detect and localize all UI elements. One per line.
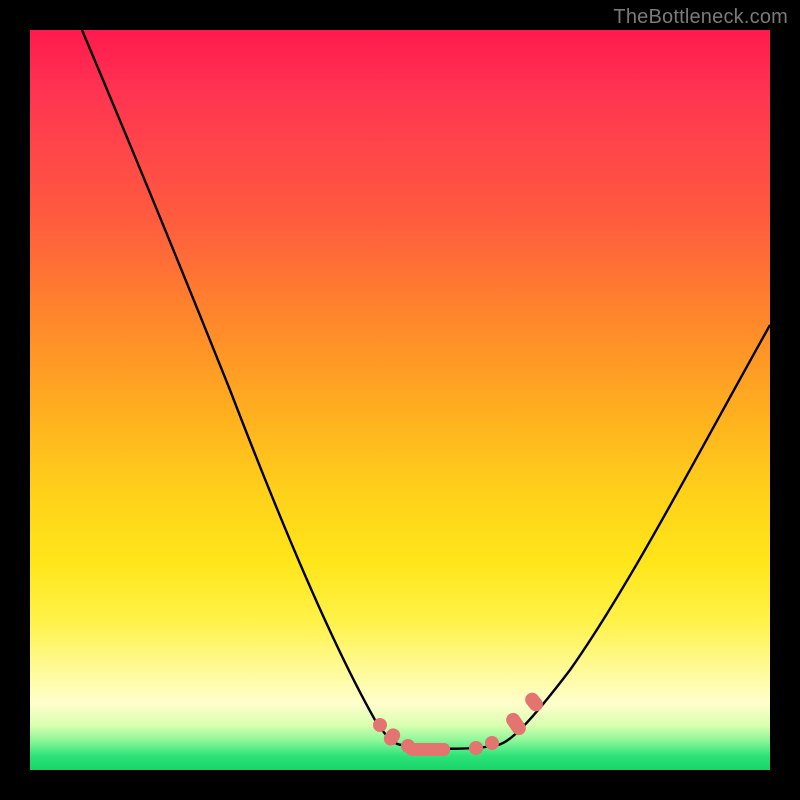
plot-area (30, 30, 770, 770)
bead-icon (373, 718, 387, 732)
curve-right-branch (498, 325, 770, 745)
bead-icon (485, 736, 499, 750)
outer-frame: TheBottleneck.com (0, 0, 800, 800)
watermark-text: TheBottleneck.com (613, 6, 788, 29)
bead-icon (469, 741, 483, 755)
bead-icon (522, 690, 545, 714)
bottleneck-curve (30, 30, 770, 770)
valley-markers (373, 690, 546, 756)
bead-icon (406, 743, 450, 756)
curve-left-branch (82, 30, 402, 745)
